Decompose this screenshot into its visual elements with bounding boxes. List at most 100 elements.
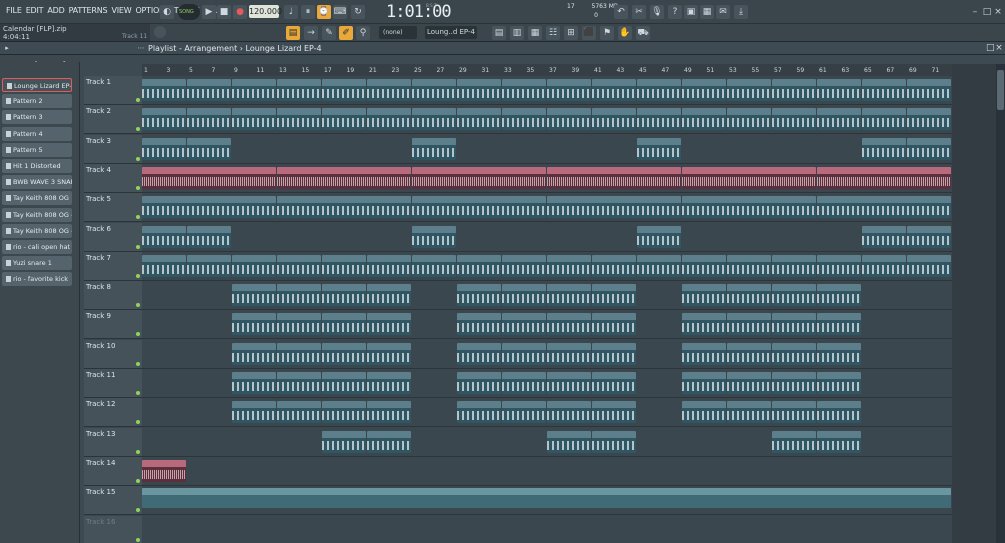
- master-pitch-knob[interactable]: [154, 26, 166, 38]
- timeline-ruler[interactable]: 1 3 5 7 9 11 13 15 17 19 21 23 25 27 29 31 33 35 37 39 41 43 4…: [142, 64, 962, 76]
- clip[interactable]: Hit 1 Distorted: [502, 284, 546, 307]
- clip[interactable]: Lounge..d EP-4: [412, 79, 456, 101]
- clip[interactable]: Pattern 2: [862, 137, 906, 160]
- clip[interactable]: Lounge..d EP-4: [367, 79, 411, 101]
- clip[interactable]: Pattern 4: [772, 254, 816, 277]
- save-icon[interactable]: ▣: [684, 5, 698, 19]
- clip[interactable]: BWB W..RE (15): [547, 313, 591, 336]
- clip[interactable]: rio - c..pen hat: [457, 372, 501, 394]
- picker-item[interactable]: Hit 1 Distorted: [2, 159, 72, 173]
- clip[interactable]: tarmac (100bpm) - perc loop: [547, 166, 681, 189]
- picker-item[interactable]: BWB WAVE 3 SNARE (15): [2, 175, 72, 190]
- clip[interactable]: BWB W..RE (15): [772, 313, 816, 336]
- track-lane[interactable]: Pattern 3 Pattern 3 Pattern 3 Pattern 3 Patt…: [142, 223, 952, 252]
- automation-clip[interactable]: Master - Volume: [142, 488, 951, 509]
- clip[interactable]: Yuzi snare 1: [682, 401, 726, 424]
- clip[interactable]: Lounge..d EP-4: [232, 79, 276, 101]
- clip[interactable]: Tay Ke..808 OG: [682, 342, 726, 365]
- clip[interactable]: BWB W..RE (15): [592, 313, 636, 336]
- clip[interactable]: rio - c..pen hat: [232, 372, 276, 394]
- channel-select[interactable]: (none): [379, 26, 417, 39]
- track-mute-led[interactable]: [136, 361, 140, 366]
- track-lane[interactable]: Soundscape (123B..(Amin)) Soundscape (123…: [142, 193, 952, 223]
- track-header[interactable]: Track 15: [84, 486, 142, 516]
- track-lane[interactable]: Lounge..d EP-4 Lounge..d EP-4 Lounge..d EP…: [142, 76, 952, 105]
- track-header[interactable]: Track 5: [84, 193, 142, 223]
- clip[interactable]: Lounge..d EP-4: [322, 79, 366, 101]
- clip[interactable]: rio - fa..ite kick: [322, 430, 366, 453]
- playlist-maximize-icon[interactable]: □: [986, 43, 995, 54]
- metronome-icon[interactable]: ♩: [284, 5, 298, 19]
- clip[interactable]: Lounge..d EP-4: [772, 79, 816, 101]
- clip[interactable]: BWB W..RE (15): [367, 313, 411, 336]
- track-header[interactable]: Track 10: [84, 339, 142, 369]
- clip[interactable]: Lounge..d EP-4: [592, 79, 636, 101]
- clip[interactable]: Pattern 5: [907, 254, 951, 277]
- touch-icon[interactable]: ✋: [618, 26, 632, 40]
- clip[interactable]: Pattern 3: [142, 225, 186, 248]
- clip[interactable]: Pattern 4: [592, 254, 636, 277]
- clip[interactable]: Pattern 3: [862, 225, 906, 248]
- track-mute-led[interactable]: [136, 449, 140, 454]
- clip[interactable]: Soundscape (123B..(Amin)): [142, 196, 276, 219]
- clip[interactable]: A..ze: [637, 108, 681, 131]
- arrangement-grid[interactable]: Lounge..d EP-4 Lounge..d EP-4 Lounge..d EP…: [142, 76, 952, 543]
- record-icon[interactable]: ●: [233, 5, 247, 19]
- clip[interactable]: Pattern 4: [322, 254, 366, 277]
- stamp-icon[interactable]: ⚲: [356, 26, 370, 40]
- clip[interactable]: rio - fa..ite kick: [592, 430, 636, 453]
- track-header[interactable]: Track 12: [84, 398, 142, 428]
- countdown-icon[interactable]: ⌚: [317, 5, 331, 19]
- track-mute-led[interactable]: [136, 156, 140, 161]
- track-mute-led[interactable]: [136, 420, 140, 425]
- play-icon-small[interactable]: ▸: [3, 43, 11, 54]
- clip[interactable]: A..ze: [232, 108, 276, 131]
- clip[interactable]: rio - c..pen hat: [727, 372, 771, 394]
- wait-input-icon[interactable]: ⏸: [301, 5, 315, 19]
- vertical-scrollbar[interactable]: [996, 64, 1005, 543]
- clip[interactable]: Hit 1 Distorted: [592, 284, 636, 307]
- arrow-icon[interactable]: →: [304, 26, 318, 40]
- step-edit-icon[interactable]: ⌨: [333, 5, 347, 19]
- track-mute-led[interactable]: [136, 478, 140, 483]
- clip[interactable]: A..ze: [592, 108, 636, 131]
- picker-item[interactable]: Tay Keith 808 OG #2: [2, 207, 72, 222]
- picker-item[interactable]: Yuzi snare 1: [2, 256, 72, 271]
- clip[interactable]: Pattern 5: [277, 254, 321, 277]
- maximize-icon[interactable]: □: [982, 5, 992, 19]
- track-header[interactable]: Track 8: [84, 281, 142, 311]
- clip[interactable]: Soundscape (123B..(Amin)): [412, 196, 546, 219]
- clip[interactable]: rio - fa..ite kick: [367, 430, 411, 453]
- help-icon[interactable]: ?: [668, 5, 682, 19]
- clip[interactable]: Pattern 4: [862, 254, 906, 277]
- clip[interactable]: Pattern 4: [682, 254, 726, 277]
- clip[interactable]: BWB W..RE (15): [502, 313, 546, 336]
- mixer-icon[interactable]: ☷: [546, 26, 560, 40]
- track-header[interactable]: Track 6: [84, 222, 142, 252]
- clip[interactable]: Lounge..d EP-4: [682, 79, 726, 101]
- clip[interactable]: Tay Ke..808 OG: [232, 342, 276, 365]
- clip[interactable]: Pattern 2: [907, 137, 951, 160]
- clip[interactable]: Pattern 4: [412, 254, 456, 277]
- clip[interactable]: Pattern 3: [187, 225, 231, 248]
- track-mute-led[interactable]: [136, 537, 140, 542]
- clip[interactable]: Yuzi snare 1: [772, 401, 816, 424]
- track-header[interactable]: Track 2: [84, 105, 142, 135]
- clip[interactable]: rio - c..pen hat: [547, 372, 591, 394]
- clip[interactable]: Pattern 3: [907, 225, 951, 248]
- track-lane[interactable]: Hit 1 Distorted Hit 1 Distorted Hit 1 Dist…: [142, 281, 952, 311]
- clip[interactable]: Pattern 5: [817, 254, 861, 277]
- clip[interactable]: rio - c..pen hat: [277, 372, 321, 394]
- clip[interactable]: oot: [142, 459, 186, 482]
- clip[interactable]: tarmac (100bpm) - perc loop: [277, 166, 411, 189]
- picker-item[interactable]: Pattern 2: [2, 94, 72, 109]
- clip[interactable]: Pattern 2: [637, 137, 681, 160]
- clip[interactable]: Pattern 2: [187, 137, 231, 160]
- picker-item[interactable]: Pattern 4: [2, 126, 72, 141]
- clip[interactable]: Hit 1 Distorted: [322, 284, 366, 307]
- clip[interactable]: BWB W..RE (15): [817, 313, 861, 336]
- track-header[interactable]: Track 11: [84, 369, 142, 398]
- track-lane[interactable]: rio - fa..ite kick rio - fa..ite kick rio …: [142, 428, 952, 457]
- clip[interactable]: A..ze: [142, 108, 186, 131]
- song-position-clock[interactable]: 1:01:00: [386, 2, 452, 22]
